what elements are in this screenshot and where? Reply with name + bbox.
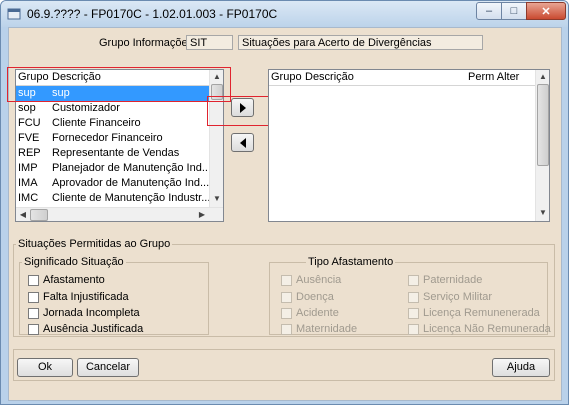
scroll-right-icon[interactable]: ▶ bbox=[196, 210, 208, 219]
column-header-descricao[interactable]: Descrição bbox=[305, 70, 354, 84]
minimize-button[interactable]: – bbox=[476, 2, 502, 20]
assigned-groups-list[interactable]: Grupo Descrição Perm Alter ▲ ▼ bbox=[268, 69, 550, 222]
vertical-scrollbar[interactable]: ▲ ▼ bbox=[535, 70, 549, 221]
checkbox-doenca[interactable]: Doença bbox=[281, 291, 334, 303]
checkbox-afastamento[interactable]: Afastamento bbox=[28, 274, 105, 286]
list-item[interactable]: sop Customizador bbox=[16, 101, 209, 116]
highlight-box-selection bbox=[7, 67, 231, 102]
checkbox-ausencia[interactable]: Ausência bbox=[281, 274, 341, 286]
column-header-perm-alter[interactable]: Perm Alter bbox=[468, 70, 519, 84]
checkbox-maternidade[interactable]: Maternidade bbox=[281, 323, 357, 335]
checkbox-falta-injustificada[interactable]: Falta Injustificada bbox=[28, 291, 129, 303]
list-item[interactable]: FCU Cliente Financeiro bbox=[16, 116, 209, 131]
scroll-down-icon[interactable]: ▼ bbox=[537, 208, 549, 217]
checkbox-servico-militar[interactable]: Serviço Militar bbox=[408, 291, 492, 303]
arrow-right-icon bbox=[239, 102, 246, 113]
scroll-thumb[interactable] bbox=[30, 209, 48, 221]
maximize-button[interactable]: □ bbox=[501, 2, 527, 20]
column-header-grupo[interactable]: Grupo bbox=[271, 70, 302, 84]
group-code-field[interactable]: SIT bbox=[186, 35, 233, 50]
checkbox-ausencia-justificada[interactable]: Ausência Justificada bbox=[28, 323, 143, 335]
close-button[interactable]: ✕ bbox=[526, 2, 566, 20]
minimize-icon: – bbox=[485, 5, 493, 17]
title-bar[interactable]: 06.9.???? - FP0170C - 1.02.01.003 - FP01… bbox=[1, 1, 568, 27]
list-item[interactable]: REP Representante de Vendas bbox=[16, 146, 209, 161]
scroll-up-icon[interactable]: ▲ bbox=[537, 72, 549, 81]
scroll-left-icon[interactable]: ◀ bbox=[17, 210, 29, 219]
allowed-situations-legend: Situações Permitidas ao Grupo bbox=[16, 238, 173, 250]
group-description-field[interactable]: Situações para Acerto de Divergências bbox=[238, 35, 483, 50]
tipo-afastamento-legend: Tipo Afastamento bbox=[306, 256, 396, 268]
list-item[interactable]: FVE Fornecedor Financeiro bbox=[16, 131, 209, 146]
checkbox-paternidade[interactable]: Paternidade bbox=[408, 274, 482, 286]
checkbox-licenca-remunerada[interactable]: Licença Remunenerada bbox=[408, 307, 540, 319]
list-item[interactable]: IMA Aprovador de Manutenção Ind... bbox=[16, 176, 209, 191]
horizontal-scrollbar[interactable]: ◀ ▶ bbox=[16, 207, 223, 221]
group-info-label: Grupo Informações: bbox=[99, 37, 197, 49]
significado-legend: Significado Situação bbox=[22, 256, 126, 268]
window-title: 06.9.???? - FP0170C - 1.02.01.003 - FP01… bbox=[27, 7, 278, 21]
scroll-down-icon[interactable]: ▼ bbox=[211, 194, 223, 203]
dialog-body: Grupo Informações: SIT Situações para Ac… bbox=[7, 27, 562, 401]
application-window: 06.9.???? - FP0170C - 1.02.01.003 - FP01… bbox=[0, 0, 569, 405]
list-item[interactable]: IMC Cliente de Manutenção Industr... bbox=[16, 191, 210, 206]
help-button[interactable]: Ajuda bbox=[492, 358, 550, 377]
close-icon: ✕ bbox=[541, 5, 551, 18]
checkbox-licenca-nao-remunerada[interactable]: Licença Não Remunerada bbox=[408, 323, 551, 335]
list-item[interactable]: IMP Planejador de Manutenção Ind... bbox=[16, 161, 211, 176]
cancel-button[interactable]: Cancelar bbox=[77, 358, 139, 377]
checkbox-jornada-incompleta[interactable]: Jornada Incompleta bbox=[28, 307, 140, 319]
arrow-left-icon bbox=[239, 137, 246, 148]
scroll-thumb[interactable] bbox=[537, 84, 549, 166]
ok-button[interactable]: Ok bbox=[17, 358, 73, 377]
checkbox-acidente[interactable]: Acidente bbox=[281, 307, 339, 319]
remove-from-group-button[interactable] bbox=[231, 133, 254, 152]
app-icon bbox=[7, 8, 21, 20]
add-to-group-button[interactable] bbox=[231, 98, 254, 117]
maximize-icon: □ bbox=[510, 5, 518, 17]
